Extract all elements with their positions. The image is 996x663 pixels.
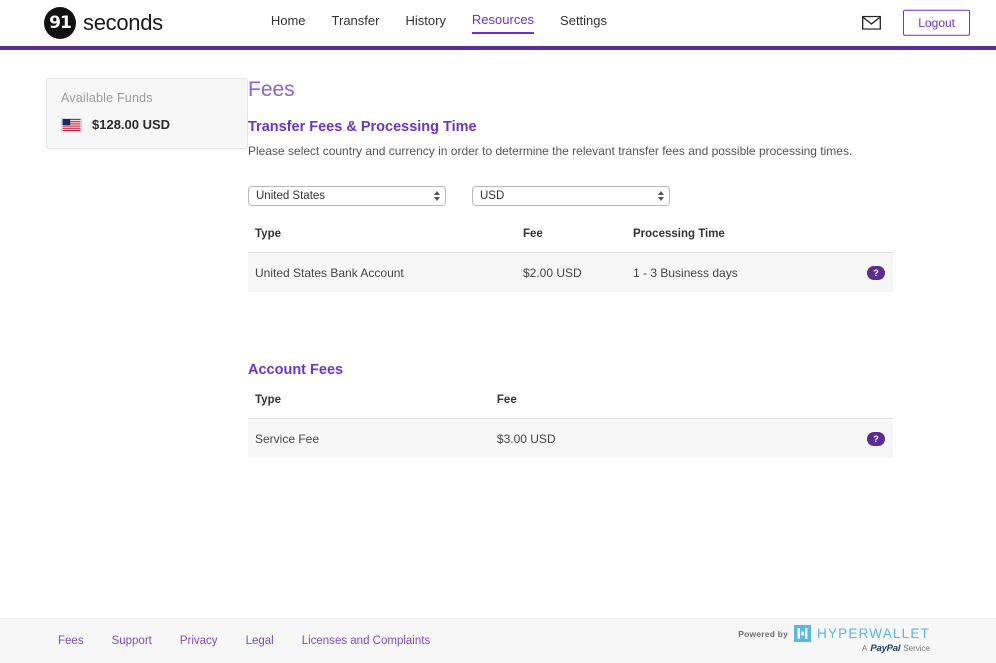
sidebar: Available Funds — [0, 78, 248, 458]
footer-link-legal[interactable]: Legal — [246, 635, 274, 647]
brand-logo[interactable]: 91 seconds — [44, 7, 163, 39]
cell-help: ? — [833, 253, 893, 293]
currency-select[interactable]: USD — [472, 186, 670, 206]
footer-link-privacy[interactable]: Privacy — [180, 635, 218, 647]
account-fees-title: Account Fees — [248, 362, 916, 378]
cell-fee: $2.00 USD — [523, 253, 633, 293]
nav-item-settings[interactable]: Settings — [560, 13, 607, 33]
us-flag-icon — [61, 118, 82, 132]
table-row: Service Fee $3.00 USD ? — [248, 419, 893, 459]
paypal-suffix: Service — [903, 644, 930, 653]
hyperwallet-logo-icon — [794, 625, 811, 642]
transfer-fees-description: Please select country and currency in or… — [248, 144, 916, 158]
page-title: Fees — [248, 78, 916, 102]
cell-help: ? — [837, 419, 893, 459]
column-header-help — [837, 394, 893, 419]
nav-item-resources[interactable]: Resources — [472, 12, 534, 34]
cell-type: Service Fee — [248, 419, 497, 459]
column-header-type: Type — [248, 394, 497, 419]
country-select[interactable]: United States — [248, 186, 446, 206]
available-funds-label: Available Funds — [61, 91, 233, 105]
footer-brand: Powered by HYPERWALLET A PayPal Service — [738, 625, 930, 654]
column-header-type: Type — [248, 228, 523, 253]
paypal-wordmark: PayPal — [870, 643, 900, 654]
paypal-prefix: A — [862, 644, 867, 653]
column-header-fee: Fee — [497, 394, 837, 419]
footer-links: Fees Support Privacy Legal Licenses and … — [58, 635, 430, 647]
footer-link-licenses-and-complaints[interactable]: Licenses and Complaints — [302, 635, 431, 647]
powered-by-row: Powered by HYPERWALLET — [738, 625, 930, 642]
transfer-fees-title: Transfer Fees & Processing Time — [248, 119, 916, 135]
transfer-fees-table-head: Type Fee Processing Time — [248, 228, 893, 253]
cell-fee: $3.00 USD — [497, 419, 837, 459]
nav-item-history[interactable]: History — [405, 13, 445, 33]
currency-select-wrapper: USD — [472, 186, 670, 206]
page-body: Available Funds — [0, 46, 996, 458]
available-funds-amount: $128.00 USD — [92, 117, 170, 132]
column-header-fee: Fee — [523, 228, 633, 253]
site-footer: Fees Support Privacy Legal Licenses and … — [0, 618, 996, 663]
table-row: United States Bank Account $2.00 USD 1 -… — [248, 253, 893, 293]
account-fees-table-head: Type Fee — [248, 394, 893, 419]
main-content: Fees Transfer Fees & Processing Time Ple… — [248, 78, 996, 458]
table-header-row: Type Fee — [248, 394, 893, 419]
logout-button[interactable]: Logout — [903, 10, 970, 36]
cell-type: United States Bank Account — [248, 253, 523, 293]
country-select-wrapper: United States — [248, 186, 446, 206]
header-actions: Logout — [862, 10, 970, 36]
hyperwallet-wordmark: HYPERWALLET — [817, 626, 930, 641]
account-fees-table: Type Fee Service Fee $3.00 USD ? — [248, 394, 893, 458]
nav-item-transfer[interactable]: Transfer — [332, 13, 380, 33]
footer-link-fees[interactable]: Fees — [58, 635, 84, 647]
footer-link-support[interactable]: Support — [112, 635, 152, 647]
cell-processing-time: 1 - 3 Business days — [633, 253, 833, 293]
help-icon[interactable]: ? — [867, 432, 885, 446]
account-fees-table-body: Service Fee $3.00 USD ? — [248, 419, 893, 459]
paypal-service-line: A PayPal Service — [738, 643, 930, 654]
column-header-processing-time: Processing Time — [633, 228, 833, 253]
filter-controls: United States USD — [248, 186, 916, 206]
transfer-fees-table: Type Fee Processing Time United States B… — [248, 228, 893, 292]
powered-by-label: Powered by — [738, 629, 788, 639]
column-header-help — [833, 228, 893, 253]
mail-icon[interactable] — [862, 16, 881, 30]
available-funds-row: $128.00 USD — [61, 117, 233, 132]
main-navigation: Home Transfer History Resources Settings — [271, 12, 607, 34]
brand-logo-text: seconds — [83, 10, 163, 36]
header-accent-bar — [0, 46, 996, 50]
seconds-logo-icon: 91 — [44, 7, 76, 39]
nav-item-home[interactable]: Home — [271, 13, 306, 33]
transfer-fees-table-body: United States Bank Account $2.00 USD 1 -… — [248, 253, 893, 293]
help-icon[interactable]: ? — [867, 266, 885, 280]
table-header-row: Type Fee Processing Time — [248, 228, 893, 253]
available-funds-card: Available Funds — [46, 78, 248, 149]
site-header: 91 seconds Home Transfer History Resourc… — [0, 0, 996, 46]
account-fees-section: Account Fees Type Fee Service Fee $3.00 … — [248, 362, 916, 458]
